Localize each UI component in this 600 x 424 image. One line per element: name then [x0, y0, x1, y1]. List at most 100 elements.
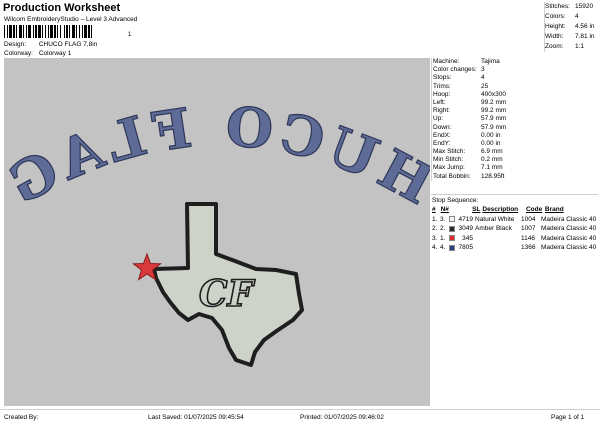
row-stitches: 7805 [458, 244, 473, 251]
row-description: Natural White [475, 215, 515, 223]
summary-row: Stitches: 15920 [545, 2, 598, 12]
row-brand: Madeira Classic 40 [541, 215, 597, 223]
machine-info-row: Hoop: 400x300 [432, 91, 598, 99]
machine-info-row: EndY: 0.00 in [432, 140, 598, 148]
header-brand: Brand [544, 206, 564, 213]
machine-info-row: Max Stitch: 6.9 mm [432, 148, 598, 156]
summary-panel: Stitches: 15920 Colors: 4 Height: 4.56 in W… [544, 2, 598, 52]
stop-sequence-row: 2. 2. 3049 Amber Black 1007 Madeira Classic 4… [431, 224, 598, 234]
machine-info-row: Right: 99.2 mm [432, 107, 598, 115]
machine-info-label: Right: [433, 107, 450, 115]
machine-info-value: 0.2 mm [481, 156, 503, 164]
row-needle: 4. [440, 244, 446, 251]
row-stitches: 4719 [458, 215, 473, 223]
row-num: 2. [432, 225, 438, 232]
machine-info-label: EndX: [433, 131, 451, 139]
machine-info-value: 57.9 mm [481, 123, 507, 131]
machine-info-row: Down: 57.9 mm [432, 124, 598, 132]
row-stitches: 3049 [458, 225, 473, 232]
machine-info-value: 7.1 mm [481, 164, 503, 172]
summary-label: Height: [545, 23, 566, 30]
row-brand: Madeira Classic 40 [541, 244, 597, 251]
machine-info-label: Total Bobbin: [433, 172, 471, 180]
row-code: 1146 [521, 234, 535, 242]
design-preview: CHUCO FLAGS CF [4, 58, 430, 367]
page-number: Page 1 of 1 [551, 414, 585, 421]
software-subtitle: Wilcom EmbroideryStudio – Level 3 Advanc… [4, 16, 138, 23]
stop-sequence-panel: Stop Sequence: # N# SL Description Code … [431, 194, 598, 253]
machine-info-value: Tajima [481, 58, 500, 65]
monogram: CF [199, 273, 256, 315]
summary-value: 4 [575, 13, 579, 20]
machine-info-label: Machine: [433, 58, 460, 65]
summary-label: Width: [545, 33, 564, 40]
row-needle: 1. [440, 234, 446, 242]
header-n: N# [440, 206, 449, 213]
summary-row: Width: 7.81 in [545, 32, 598, 42]
summary-row: Colors: 4 [545, 12, 598, 22]
row-num: 3. [432, 234, 438, 242]
machine-info-row: Left: 99.2 mm [432, 99, 598, 107]
printed-date: Printed: 01/07/2025 09:46:02 [300, 414, 384, 421]
machine-info-label: Color changes: [433, 66, 477, 74]
swatch-cell [449, 216, 458, 223]
row-code: 1007 [521, 225, 536, 232]
swatch-cell [449, 225, 458, 232]
summary-value: 7.81 in [575, 33, 595, 40]
machine-info-label: Stops: [433, 74, 452, 82]
created-by: Created By: [4, 414, 39, 421]
color-swatch [449, 235, 455, 242]
machine-info-value: 128.95ft [481, 172, 505, 180]
machine-info-label: Left: [433, 98, 446, 106]
machine-info-label: Max Stitch: [433, 148, 466, 156]
design-preview-canvas: CHUCO FLAGS CF [4, 58, 430, 406]
machine-info-row: Machine: Tajima [432, 58, 598, 66]
barcode-bar [91, 25, 92, 38]
arc-text: CHUCO FLAGS [4, 58, 430, 219]
mirrored-arc-group: CHUCO FLAGS [4, 58, 430, 220]
machine-info-label: Up: [433, 115, 444, 123]
machine-info-row: Total Bobbin: 128.95ft [432, 173, 598, 181]
summary-row: Zoom: 1:1 [545, 42, 598, 52]
row-num: 4. [432, 244, 438, 251]
design-label: Design: [4, 41, 27, 48]
machine-info-row: Color changes: 3 [432, 66, 598, 74]
machine-info-value: 99.2 mm [481, 107, 507, 115]
page-title: Production Worksheet [3, 2, 121, 14]
stop-sequence-row: 4. 4. 7805 1366 Madeira Classic 40 [431, 243, 598, 253]
row-code: 1004 [521, 215, 536, 223]
last-saved: Last Saved: 01/07/2025 09:45:54 [148, 414, 244, 421]
barcode [4, 25, 128, 38]
machine-info-label: Hoop: [433, 90, 451, 98]
machine-info-label: Trims: [433, 82, 451, 90]
machine-info-row: EndX: 0.00 in [432, 132, 598, 140]
row-needle: 2. [440, 225, 446, 232]
row-num: 1. [432, 215, 438, 223]
stop-sequence-title: Stop Sequence: [432, 197, 479, 204]
footer: Created By: Last Saved: 01/07/2025 09:45… [0, 409, 600, 424]
design-row: Design: CHUCO FLAG 7,8in [4, 41, 97, 48]
color-swatch [449, 225, 455, 232]
row-brand: Madeira Classic 40 [541, 225, 597, 232]
row-needle: 3. [440, 215, 446, 223]
summary-label: Stitches: [545, 3, 570, 10]
summary-label: Colors: [545, 13, 566, 20]
barcode-number: 1 [128, 32, 132, 38]
colorway-label: Colorway: [4, 50, 33, 57]
machine-info-value: 0.00 in [481, 139, 501, 147]
machine-info-label: Min Stitch: [433, 156, 464, 164]
colorway-value: Colorway 1 [38, 50, 72, 57]
machine-info-row: Max Jump: 7.1 mm [432, 164, 598, 172]
row-stitches: 345 [462, 234, 473, 242]
design-value: CHUCO FLAG 7,8in [38, 41, 98, 48]
machine-info-label: Max Jump: [433, 164, 465, 172]
machine-info-label: Down: [433, 123, 452, 131]
color-swatch [449, 216, 455, 223]
summary-label: Zoom: [545, 43, 564, 50]
machine-info-panel: Machine: Tajima Color changes: 3 Stops: 4 Trim… [431, 58, 598, 181]
machine-info-row: Up: 57.9 mm [432, 115, 598, 123]
color-swatch [449, 244, 455, 251]
colorway-row: Colorway: Colorway 1 [4, 50, 71, 57]
machine-info-value: 25 [481, 82, 489, 90]
stop-sequence-rows: 1. 3. 4719 Natural White 1004 Madeira Classic… [431, 215, 598, 253]
